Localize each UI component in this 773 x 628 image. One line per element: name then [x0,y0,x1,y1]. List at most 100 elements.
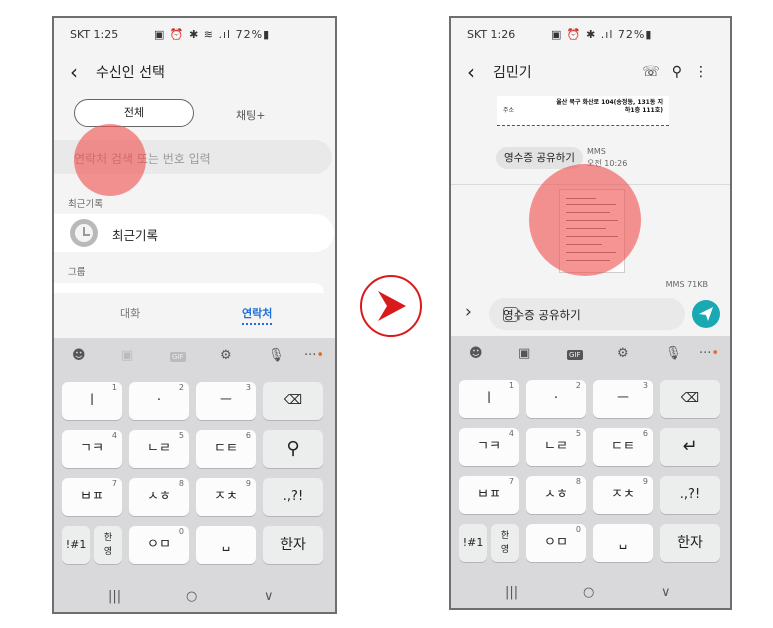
expand-icon[interactable]: › [465,302,472,322]
next-step-arrow [360,275,422,337]
status-icons: ▣ ⏰ ✱ ≋ .ıl 72%▮ [154,28,271,41]
group-section-label: 그룹 [68,267,86,278]
key-digeut[interactable]: ㄷㅌ 6 [196,430,256,468]
more-icon[interactable]: ···• [699,346,719,361]
key-siot[interactable]: ㅅㅎ 8 [526,476,586,514]
more-icon[interactable]: ···• [304,348,324,363]
recent-section-label: 최근기록 [68,199,103,210]
backspace-key[interactable]: ⌫ [263,382,323,420]
keyboard-toolbar: ☻ ▣ GIF ⚙ 🎙 ···• [451,342,730,368]
back-arrow-icon[interactable]: ‹ [70,60,78,84]
status-time: SKT 1:26 [467,28,516,41]
symbols-key[interactable]: !#1 [62,526,90,564]
receipt-preview[interactable]: 주소 울산 북구 화산로 104(송정동, 131동 지하1층 111호) [497,96,669,126]
key-nieun[interactable]: ㄴㄹ 5 [526,428,586,466]
key-siot[interactable]: ㅅㅎ 8 [129,478,189,516]
back-arrow-icon[interactable]: ‹ [467,60,475,84]
composer: › 영수증 공유하기 [451,296,730,336]
key-jieut[interactable]: ㅈㅊ 9 [593,476,653,514]
search-icon[interactable]: ⚲ [672,64,682,80]
recent-list-item[interactable]: 최근기록 [54,214,334,252]
recent-item-label: 최근기록 [112,228,159,243]
backspace-key[interactable]: ⌫ [660,380,720,418]
sticker-icon[interactable]: ▣ [518,346,530,361]
settings-gear-icon[interactable]: ⚙ [220,348,232,363]
tab-all[interactable]: 전체 [74,99,194,127]
key-ieung[interactable]: ㅇㅁ 0 [129,526,189,564]
back-icon[interactable]: ∨ [264,589,274,604]
status-icons: ▣ ⏰ ✱ .ıl 72%▮ [551,28,653,41]
key-ieung[interactable]: ㅇㅁ 0 [526,524,586,562]
recent-apps-icon[interactable]: ||| [505,585,518,600]
emoji-icon[interactable]: ☻ [72,348,86,363]
settings-gear-icon[interactable]: ⚙ [617,346,629,361]
space-key[interactable]: ␣ [593,524,653,562]
key-bieup[interactable]: ㅂㅍ 7 [62,478,122,516]
key-dot[interactable]: · 2 [526,380,586,418]
phone-right: SKT 1:26 ▣ ⏰ ✱ .ıl 72%▮ ‹ 김민기 ☏ ⚲ ⋮ 주소 울산 … [449,16,732,610]
message-type: MMS [587,147,606,156]
arrow-right-icon [378,291,406,321]
touch-indicator [74,124,146,196]
key-giyeok[interactable]: ㄱㅋ 4 [62,430,122,468]
punctuation-key[interactable]: .,?! [263,478,323,516]
status-time: SKT 1:25 [70,28,119,41]
sticker-icon[interactable] [503,307,518,322]
microphone-icon[interactable]: 🎙 [268,348,285,363]
status-bar: SKT 1:26 ▣ ⏰ ✱ .ıl 72%▮ [467,28,718,44]
search-key[interactable]: ⚲ [263,430,323,468]
keyboard: ☻ ▣ GIF ⚙ 🎙 ···• ㅣ1 · 2 ㅡ3 ⌫ ㄱㅋ 4 ㄴㄹ 5 ㄷㅌ 6 … [54,338,335,612]
hd-call-icon[interactable]: ☏ [642,64,660,80]
key-eu[interactable]: ㅡ3 [593,380,653,418]
phone-left: SKT 1:25 ▣ ⏰ ✱ ≋ .ıl 72%▮ ‹ 수신인 선택 전체 채팅… [52,16,337,614]
status-bar: SKT 1:25 ▣ ⏰ ✱ ≋ .ıl 72%▮ [70,28,323,44]
nav-bar: ||| ○ ∨ [54,580,335,612]
language-key[interactable]: 한영 [491,524,519,562]
enter-key[interactable]: ↵ [660,428,720,466]
recent-apps-icon[interactable]: ||| [108,589,121,604]
key-i[interactable]: ㅣ1 [459,380,519,418]
home-icon[interactable]: ○ [186,589,197,604]
send-button[interactable] [692,300,720,328]
battery-level: 72%▮ [617,28,653,41]
key-digeut[interactable]: ㄷㅌ 6 [593,428,653,466]
sticker-icon[interactable]: ▣ [121,348,133,363]
key-giyeok[interactable]: ㄱㅋ 4 [459,428,519,466]
gif-icon[interactable]: GIF [567,350,583,360]
page-title: 수신인 선택 [96,65,165,81]
nav-bar: ||| ○ ∨ [451,576,730,608]
punctuation-key[interactable]: .,?! [660,476,720,514]
key-dot[interactable]: · 2 [129,382,189,420]
clock-icon [70,219,98,247]
keyboard: ☻ ▣ GIF ⚙ 🎙 ···• ㅣ1 · 2 ㅡ3 ⌫ ㄱㅋ 4 ㄴㄹ 5 ㄷㅌ 6 … [451,336,730,608]
key-bieup[interactable]: ㅂㅍ 7 [459,476,519,514]
address-label: 주소 [503,107,515,114]
mms-size: MMS 71KB [665,280,708,289]
emoji-icon[interactable]: ☻ [469,346,483,361]
group-list-item[interactable] [54,283,324,293]
keyboard-toolbar: ☻ ▣ GIF ⚙ 🎙 ···• [54,344,335,370]
key-jieut[interactable]: ㅈㅊ 9 [196,478,256,516]
more-vert-icon[interactable]: ⋮ [694,64,708,80]
hanja-key[interactable]: 한자 [263,526,323,564]
message-input[interactable]: 영수증 공유하기 [489,298,685,330]
touch-indicator [529,164,641,276]
gif-icon[interactable]: GIF [170,352,186,362]
back-icon[interactable]: ∨ [661,585,671,600]
key-nieun[interactable]: ㄴㄹ 5 [129,430,189,468]
tab-chat-plus[interactable]: 채팅+ [236,107,265,123]
microphone-icon[interactable]: 🎙 [665,346,682,361]
key-i[interactable]: ㅣ1 [62,382,122,420]
send-icon [699,307,713,321]
symbols-key[interactable]: !#1 [459,524,487,562]
key-eu[interactable]: ㅡ3 [196,382,256,420]
contact-name: 김민기 [493,65,532,81]
home-icon[interactable]: ○ [583,585,594,600]
app-header: ‹ 수신인 선택 [64,58,325,84]
space-key[interactable]: ␣ [196,526,256,564]
language-key[interactable]: 한영 [94,526,122,564]
hanja-key[interactable]: 한자 [660,524,720,562]
battery-level: 72%▮ [235,28,271,41]
tab-contacts[interactable]: 연락처 [242,305,273,325]
tab-conversations[interactable]: 대화 [120,305,140,321]
